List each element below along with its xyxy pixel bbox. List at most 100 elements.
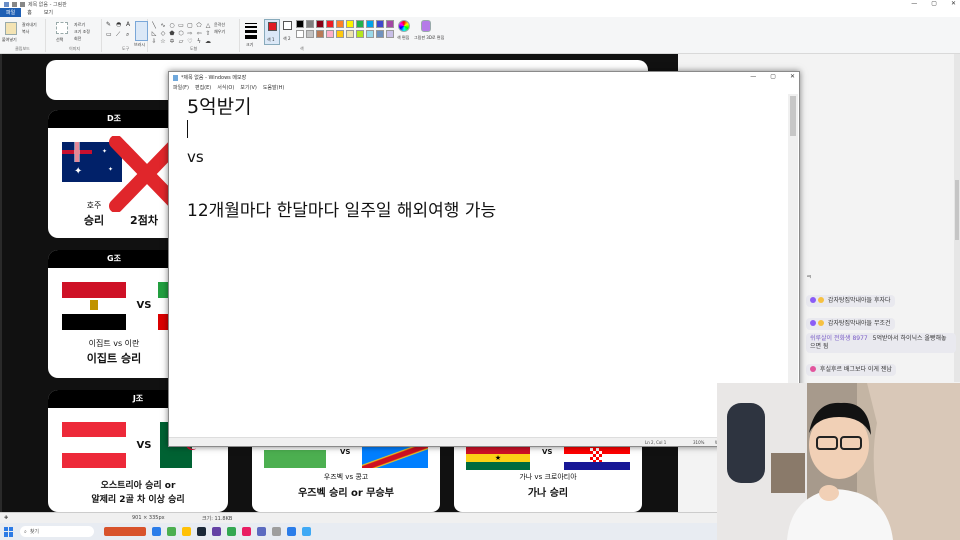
close-icon[interactable]: ✕ — [790, 73, 795, 80]
chat-nick[interactable]: 쉬루살이 전화생 8977 — [810, 335, 868, 342]
heart-shape-icon[interactable]: ♡ — [186, 38, 194, 45]
lightning-shape-icon[interactable]: ϟ — [195, 38, 203, 45]
color-swatch[interactable] — [316, 20, 324, 28]
arrow-up-shape-icon[interactable]: ⇧ — [204, 30, 212, 37]
app-icon[interactable] — [257, 527, 266, 536]
notepad-titlebar[interactable]: *제목 없음 - Windows 메모장 — ▢ ✕ — [169, 72, 799, 83]
triangle-shape-icon[interactable]: △ — [204, 22, 212, 29]
tab-file[interactable]: 파일 — [0, 8, 22, 17]
fill-icon[interactable]: ◓ — [116, 21, 121, 28]
maximize-icon[interactable]: ▢ — [770, 73, 776, 80]
chrome-icon[interactable] — [167, 527, 176, 536]
line-shape-icon[interactable]: ╲ — [150, 22, 158, 29]
magnifier-icon[interactable]: ⌕ — [126, 31, 129, 39]
menu-help[interactable]: 도움말(H) — [263, 84, 284, 91]
paste-button[interactable]: 붙여넣기 — [2, 37, 17, 43]
diamond-shape-icon[interactable]: ◇ — [159, 30, 167, 37]
oval-shape-icon[interactable]: ○ — [168, 22, 176, 29]
color-swatch[interactable] — [376, 20, 384, 28]
cloud-shape-icon[interactable]: ☁ — [204, 38, 212, 45]
notepad-window[interactable]: *제목 없음 - Windows 메모장 — ▢ ✕ 파일(F) 편집(E) 서… — [168, 71, 800, 447]
close-icon[interactable]: ✕ — [951, 0, 956, 7]
app-icon[interactable] — [212, 527, 221, 536]
right-triangle-shape-icon[interactable]: ◺ — [150, 30, 158, 37]
menu-view[interactable]: 보기(V) — [240, 84, 257, 91]
polygon-shape-icon[interactable]: ⬠ — [195, 22, 203, 29]
star6-shape-icon[interactable]: ✡ — [168, 38, 176, 45]
rect-shape-icon[interactable]: ▭ — [177, 22, 185, 29]
maximize-icon[interactable]: ▢ — [931, 0, 937, 7]
arrow-right-shape-icon[interactable]: ⇨ — [186, 30, 194, 37]
pentagon-shape-icon[interactable]: ⬟ — [168, 30, 176, 37]
undo-icon[interactable] — [12, 1, 17, 7]
explorer-icon[interactable] — [182, 527, 191, 536]
color-swatch[interactable] — [366, 20, 374, 28]
color-swatch[interactable] — [386, 20, 394, 28]
shape-gallery[interactable]: ╲ ∿ ○ ▭ ▢ ⬠ △ ◺ ◇ ⬟ ⬡ ⇨ ⇦ ⇧ ⇩ ☆ ✡ ▱ ♡ ϟ — [150, 22, 212, 45]
fill-dropdown[interactable]: 채우기 — [214, 29, 225, 35]
select-button[interactable]: 선택 — [56, 37, 63, 43]
color-swatch[interactable] — [356, 30, 364, 38]
menu-file[interactable]: 파일(F) — [173, 84, 189, 91]
curve-shape-icon[interactable]: ∿ — [159, 22, 167, 29]
copy-button[interactable]: 복사 — [22, 29, 29, 35]
scroll-thumb[interactable] — [955, 180, 959, 240]
rotate-button[interactable]: 회전 — [74, 36, 81, 42]
color-swatch[interactable] — [336, 20, 344, 28]
edge-icon[interactable] — [152, 527, 161, 536]
color2-button[interactable] — [283, 21, 292, 30]
color-swatch[interactable] — [346, 30, 354, 38]
cut-button[interactable]: 잘라내기 — [22, 22, 37, 28]
star-shape-icon[interactable]: ☆ — [159, 38, 167, 45]
minimize-icon[interactable]: — — [750, 73, 756, 80]
color-swatch[interactable] — [306, 20, 314, 28]
app-thumbnail-icon[interactable] — [104, 527, 146, 536]
app-icon[interactable] — [287, 527, 296, 536]
app-icon[interactable] — [272, 527, 281, 536]
color-swatch[interactable] — [336, 30, 344, 38]
scroll-thumb[interactable] — [790, 96, 796, 136]
color-swatch[interactable] — [296, 20, 304, 28]
app-icon[interactable] — [227, 527, 236, 536]
menu-format[interactable]: 서식(O) — [217, 84, 234, 91]
color-swatch[interactable] — [296, 30, 304, 38]
color-swatch[interactable] — [376, 30, 384, 38]
resize-button[interactable]: 크기 조정 — [74, 29, 90, 35]
size-button[interactable]: 크기 — [246, 42, 253, 48]
steam-icon[interactable] — [197, 527, 206, 536]
color-swatch[interactable] — [366, 30, 374, 38]
color-swatch[interactable] — [346, 20, 354, 28]
eraser-icon[interactable]: ▭ — [106, 31, 112, 38]
taskbar-search[interactable]: ⌕ 찾기 — [20, 526, 94, 537]
color1-button[interactable]: 색 1 — [264, 19, 280, 45]
text-icon[interactable]: A — [126, 21, 130, 28]
paint3d-icon[interactable] — [421, 20, 431, 32]
arrow-left-shape-icon[interactable]: ⇦ — [195, 30, 203, 37]
color-swatch[interactable] — [356, 20, 364, 28]
outline-dropdown[interactable]: 윤곽선 — [214, 22, 225, 28]
color-swatch[interactable] — [316, 30, 324, 38]
notepad-taskbar-icon[interactable] — [302, 527, 311, 536]
menu-edit[interactable]: 편집(E) — [195, 84, 211, 91]
paint3d-button[interactable]: 그림판 3D로 편집 — [414, 35, 444, 41]
color-swatch[interactable] — [306, 30, 314, 38]
brush-icon[interactable] — [135, 21, 148, 41]
pencil-icon[interactable]: ✎ — [106, 21, 111, 28]
picker-icon[interactable]: ⟋ — [116, 31, 120, 39]
notepad-text-area[interactable]: 5억받기 vs 12개월마다 한달마다 일주일 해외여행 가능 — [181, 94, 785, 436]
select-icon[interactable] — [56, 22, 68, 34]
tab-home[interactable]: 홈 — [21, 8, 38, 17]
app-icon[interactable] — [242, 527, 251, 536]
color-swatch[interactable] — [326, 20, 334, 28]
color-swatch[interactable] — [326, 30, 334, 38]
callout-shape-icon[interactable]: ▱ — [177, 38, 185, 45]
hexagon-shape-icon[interactable]: ⬡ — [177, 30, 185, 37]
crop-button[interactable]: 자르기 — [74, 22, 85, 28]
save-icon[interactable] — [4, 1, 9, 7]
arrow-down-shape-icon[interactable]: ⇩ — [150, 38, 158, 45]
minimize-icon[interactable]: — — [911, 0, 917, 7]
round-rect-shape-icon[interactable]: ▢ — [186, 22, 194, 29]
start-icon[interactable] — [4, 526, 14, 537]
tab-view[interactable]: 보기 — [38, 8, 59, 17]
paste-icon[interactable] — [5, 22, 17, 35]
